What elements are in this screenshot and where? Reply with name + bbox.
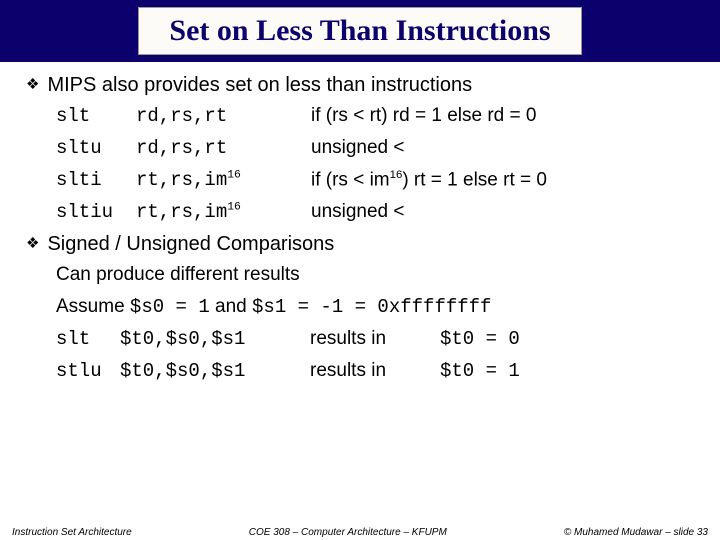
- mnemonic: sltu: [56, 137, 136, 159]
- args: rd,rs,rt: [136, 105, 311, 127]
- args: $t0,$s0,$s1: [120, 328, 310, 350]
- mnemonic: slt: [56, 105, 136, 127]
- footer-left: Instruction Set Architecture: [12, 527, 132, 538]
- footer-center: COE 308 – Computer Architecture – KFUPM: [249, 527, 447, 538]
- footer-right: © Muhamed Mudawar – slide 33: [564, 527, 708, 538]
- slide-title: Set on Less Than Instructions: [138, 7, 581, 55]
- desc: if (rs < rt) rd = 1 else rd = 0: [311, 105, 694, 127]
- slide-content: ❖ MIPS also provides set on less than in…: [0, 62, 720, 382]
- table-row: stlu $t0,$s0,$s1 results in $t0 = 1: [56, 360, 694, 382]
- results-label: results in: [310, 360, 440, 382]
- results-label: results in: [310, 328, 440, 350]
- desc: unsigned <: [311, 201, 694, 223]
- sub-line-2: Assume $s0 = 1 and $s1 = -1 = 0xffffffff: [56, 296, 694, 318]
- bullet-2: ❖ Signed / Unsigned Comparisons: [26, 233, 694, 256]
- bullet-2-text: Signed / Unsigned Comparisons: [47, 233, 334, 256]
- table-row: sltiu rt,rs,im16 unsigned <: [56, 201, 694, 223]
- args: $t0,$s0,$s1: [120, 360, 310, 382]
- title-bar: Set on Less Than Instructions: [0, 0, 720, 62]
- result-value: $t0 = 1: [440, 360, 520, 382]
- table-row: slt $t0,$s0,$s1 results in $t0 = 0: [56, 328, 694, 350]
- instruction-table: slt rd,rs,rt if (rs < rt) rd = 1 else rd…: [56, 105, 694, 223]
- slide-footer: Instruction Set Architecture COE 308 – C…: [0, 527, 720, 538]
- diamond-icon: ❖: [26, 75, 39, 93]
- results-table: slt $t0,$s0,$s1 results in $t0 = 0 stlu …: [56, 328, 694, 382]
- mnemonic: slt: [56, 328, 120, 350]
- bullet-1-text: MIPS also provides set on less than inst…: [47, 74, 472, 97]
- table-row: slti rt,rs,im16 if (rs < im16) rt = 1 el…: [56, 169, 694, 191]
- args: rt,rs,im16: [136, 201, 311, 223]
- mnemonic: stlu: [56, 360, 120, 382]
- args: rt,rs,im16: [136, 169, 311, 191]
- desc: unsigned <: [311, 137, 694, 159]
- sub-line-1: Can produce different results: [56, 264, 694, 286]
- mnemonic: slti: [56, 169, 136, 191]
- result-value: $t0 = 0: [440, 328, 520, 350]
- table-row: slt rd,rs,rt if (rs < rt) rd = 1 else rd…: [56, 105, 694, 127]
- diamond-icon: ❖: [26, 234, 39, 252]
- desc: if (rs < im16) rt = 1 else rt = 0: [311, 169, 694, 191]
- args: rd,rs,rt: [136, 137, 311, 159]
- table-row: sltu rd,rs,rt unsigned <: [56, 137, 694, 159]
- bullet-1: ❖ MIPS also provides set on less than in…: [26, 74, 694, 97]
- mnemonic: sltiu: [56, 201, 136, 223]
